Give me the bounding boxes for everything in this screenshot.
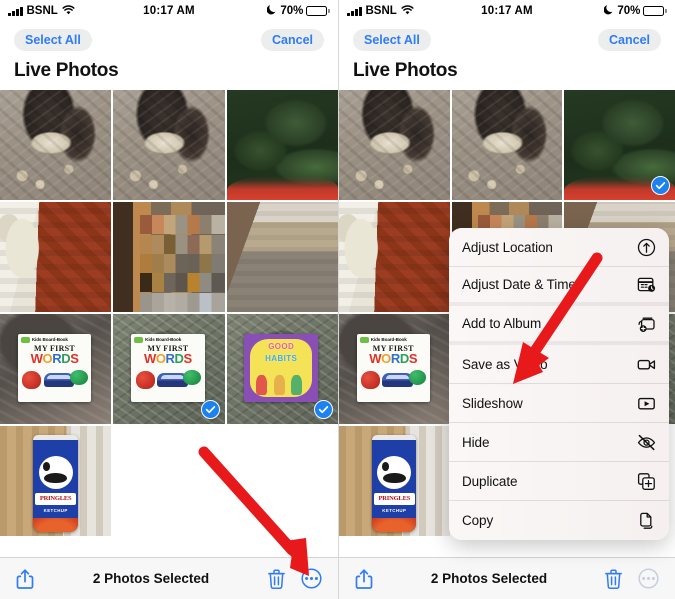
menu-item-label: Adjust Location — [462, 239, 553, 255]
status-bar-right: 70% — [266, 4, 330, 18]
photo-thumbnail — [226, 202, 338, 312]
select-all-button[interactable]: Select All — [14, 28, 92, 52]
selection-count-label: 2 Photos Selected — [92, 571, 210, 586]
battery-icon — [643, 6, 667, 16]
dual-screenshot-comparison: BSNL 10:17 AM 70% Select All Cancel Live… — [0, 0, 675, 599]
photo-thumbnail — [339, 90, 450, 200]
status-bar-right: 70% — [603, 4, 667, 18]
photo-cell[interactable]: Kids Board-BookMY FIRSTWORDS — [113, 314, 225, 424]
copy-pages-icon — [637, 511, 656, 530]
book-good-habits: GOODHABITS — [244, 333, 318, 402]
nav-bar: Select All Cancel — [339, 22, 675, 58]
menu-item-adjust-date-time[interactable]: Adjust Date & Time — [449, 267, 669, 306]
photo-thumbnail — [451, 90, 563, 200]
photo-cell[interactable] — [0, 202, 112, 312]
photo-thumbnail — [339, 202, 450, 312]
video-camera-icon — [637, 355, 656, 374]
duplicate-plus-icon — [637, 472, 656, 491]
menu-item-label: Copy — [462, 513, 494, 528]
toolbar-right-actions — [605, 568, 659, 589]
photo-cell-empty — [113, 426, 225, 536]
context-menu: Adjust Location Adjust Date & Time Add to … — [449, 228, 669, 540]
toolbar-right-actions — [268, 568, 322, 589]
photo-cell[interactable] — [226, 202, 338, 312]
menu-item-copy[interactable]: Copy — [449, 501, 669, 540]
location-arrow-icon — [637, 238, 656, 257]
moon-crescent-icon — [603, 4, 614, 18]
photo-cell[interactable] — [451, 90, 563, 200]
photo-cell[interactable]: PRINGLES KETCHUP — [0, 426, 112, 536]
menu-item-add-to-album[interactable]: Add to Album — [449, 306, 669, 345]
page-title: Live Photos — [14, 60, 119, 81]
book-my-first-words: Kids Board-BookMY FIRSTWORDS — [17, 333, 92, 402]
photo-cell[interactable] — [0, 90, 112, 200]
selected-check-icon[interactable] — [650, 176, 670, 195]
page-title: Live Photos — [353, 60, 458, 81]
photo-cell[interactable] — [339, 90, 450, 200]
selection-count-label: 2 Photos Selected — [430, 571, 548, 586]
bottom-toolbar: 2 Photos Selected — [0, 557, 338, 599]
menu-item-label: Add to Album — [462, 316, 542, 331]
photo-cell[interactable]: GOODHABITS — [226, 314, 338, 424]
nav-bar: Select All Cancel — [0, 22, 338, 58]
photo-thumbnail — [0, 202, 112, 312]
book-my-first-words: Kids Board-BookMY FIRSTWORDS — [131, 333, 205, 402]
menu-item-slideshow[interactable]: Slideshow — [449, 384, 669, 423]
pringles-can: PRINGLES KETCHUP — [33, 434, 78, 532]
photo-grid-left: Kids Board-Book MY FIRST WORDS Kids Board-B… — [0, 90, 338, 536]
moon-crescent-icon — [266, 4, 277, 18]
photo-thumbnail — [113, 202, 225, 312]
status-bar: BSNL 10:17 AM 70% — [0, 0, 338, 22]
battery-percent-label: 70% — [280, 5, 304, 17]
selected-check-icon[interactable] — [200, 400, 220, 419]
photo-cell[interactable]: PRINGLES KETCHUP — [339, 426, 450, 536]
select-all-button[interactable]: Select All — [353, 28, 431, 52]
ellipsis-circle-icon[interactable] — [638, 568, 659, 589]
eye-slash-icon — [637, 433, 656, 452]
play-rectangle-icon — [637, 394, 656, 413]
photo-thumbnail — [113, 90, 225, 200]
photo-cell[interactable] — [113, 90, 225, 200]
cancel-button[interactable]: Cancel — [261, 28, 324, 52]
menu-item-label: Hide — [462, 434, 490, 450]
book-my-first-words: Kids Board-BookMY FIRSTWORDS — [356, 333, 430, 402]
menu-item-adjust-location[interactable]: Adjust Location — [449, 228, 669, 267]
menu-item-label: Slideshow — [462, 395, 523, 411]
share-icon[interactable] — [355, 568, 373, 590]
menu-item-label: Duplicate — [462, 473, 518, 489]
calendar-clock-icon — [637, 275, 656, 294]
status-bar: BSNL 10:17 AM 70% — [339, 0, 675, 22]
photo-cell-empty — [226, 426, 338, 536]
bottom-toolbar: 2 Photos Selected — [339, 557, 675, 599]
title-row: Live Photos — [339, 58, 675, 90]
phone-screen-right: BSNL 10:17 AM 70% Select All Cancel Live… — [338, 0, 675, 599]
photo-cell[interactable] — [339, 202, 450, 312]
photo-cell[interactable]: Kids Board-BookMY FIRSTWORDS — [339, 314, 450, 424]
photo-cell[interactable] — [564, 90, 675, 200]
selected-check-icon[interactable] — [314, 400, 333, 419]
battery-percent-label: 70% — [617, 5, 641, 17]
share-icon[interactable] — [16, 568, 34, 590]
album-add-icon — [637, 314, 656, 333]
phone-screen-left: BSNL 10:17 AM 70% Select All Cancel Live… — [0, 0, 338, 599]
menu-item-hide[interactable]: Hide — [449, 423, 669, 462]
pringles-can: PRINGLES KETCHUP — [372, 434, 417, 532]
title-row: Live Photos — [0, 58, 338, 90]
menu-item-save-as-video[interactable]: Save as Video — [449, 345, 669, 384]
battery-icon — [306, 6, 330, 16]
cancel-button[interactable]: Cancel — [598, 28, 661, 52]
trash-icon[interactable] — [268, 568, 285, 589]
photo-thumbnail — [226, 90, 338, 200]
menu-item-duplicate[interactable]: Duplicate — [449, 462, 669, 501]
menu-item-label: Adjust Date & Time — [462, 277, 576, 292]
photo-thumbnail — [0, 90, 112, 200]
trash-icon[interactable] — [605, 568, 622, 589]
menu-item-label: Save as Video — [462, 356, 548, 372]
photo-cell[interactable] — [226, 90, 338, 200]
photo-cell[interactable] — [113, 202, 225, 312]
photo-cell[interactable]: Kids Board-BookMY FIRSTWORDS — [0, 314, 112, 424]
ellipsis-circle-icon[interactable] — [301, 568, 322, 589]
